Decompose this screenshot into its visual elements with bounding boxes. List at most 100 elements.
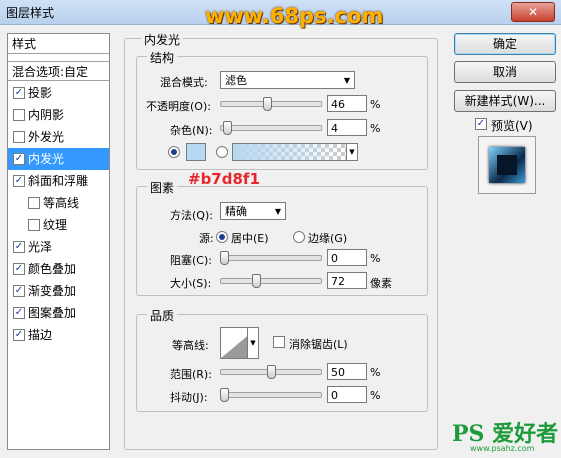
size-slider[interactable] (220, 274, 322, 288)
size-label: 大小(S): (170, 277, 212, 290)
style-item-checkbox[interactable] (28, 197, 40, 209)
chevron-down-icon: ▼ (274, 207, 281, 216)
gradient-picker[interactable] (232, 143, 348, 161)
style-item-label: 内发光 (28, 152, 65, 166)
range-unit: % (370, 366, 381, 379)
inner-glow-title: 内发光 (141, 31, 184, 48)
style-item-checkbox[interactable] (13, 109, 25, 121)
style-item-checkbox[interactable]: ✓ (13, 153, 25, 165)
jitter-input[interactable]: 0 (327, 386, 367, 403)
style-item[interactable]: ✓ 光泽 (8, 236, 109, 258)
style-item[interactable]: 等高线 (8, 192, 109, 214)
cancel-button[interactable]: 取消 (454, 61, 556, 83)
preview-center (497, 155, 517, 175)
style-item[interactable]: 纹理 (8, 214, 109, 236)
noise-input[interactable]: 4 (327, 119, 367, 136)
technique-select[interactable]: 精确 ▼ (220, 202, 286, 220)
noise-unit: % (370, 122, 381, 135)
opacity-slider-thumb[interactable] (263, 97, 272, 111)
choke-unit: % (370, 252, 381, 265)
style-item[interactable]: ✓ 内发光 (8, 148, 109, 170)
style-item-label: 斜面和浮雕 (28, 174, 89, 188)
opacity-slider[interactable] (220, 97, 322, 111)
style-item-checkbox[interactable]: ✓ (13, 329, 25, 341)
size-input[interactable]: 72 (327, 272, 367, 289)
style-item-label: 纹理 (43, 218, 68, 232)
style-item[interactable]: 外发光 (8, 126, 109, 148)
technique-value: 精确 (225, 205, 247, 218)
preview-thumbnail (489, 147, 525, 183)
style-item-label: 等高线 (43, 196, 80, 210)
source-edge-radio[interactable] (293, 231, 305, 243)
blend-mode-select[interactable]: 滤色 ▼ (220, 71, 355, 89)
ok-button[interactable]: 确定 (454, 33, 556, 55)
elements-title: 图素 (147, 179, 178, 196)
style-item-checkbox[interactable]: ✓ (13, 285, 25, 297)
preview-checkbox[interactable]: ✓ (475, 118, 487, 130)
source-label: 源: (199, 232, 214, 245)
blend-mode-label: 混合模式: (160, 76, 208, 89)
style-item-checkbox[interactable]: ✓ (13, 241, 25, 253)
style-item-checkbox[interactable]: ✓ (13, 87, 25, 99)
style-item[interactable]: ✓ 描边 (8, 324, 109, 346)
style-item-checkbox[interactable] (28, 219, 40, 231)
noise-label: 杂色(N): (170, 124, 213, 137)
style-item[interactable]: 内阴影 (8, 104, 109, 126)
source-center-radio[interactable] (216, 231, 228, 243)
range-input[interactable]: 50 (327, 363, 367, 380)
solid-color-radio[interactable] (168, 146, 180, 158)
style-item-checkbox[interactable]: ✓ (13, 307, 25, 319)
style-item[interactable]: ✓ 斜面和浮雕 (8, 170, 109, 192)
source-center-label: 居中(E) (231, 232, 269, 245)
choke-slider-thumb[interactable] (220, 251, 229, 265)
watermark-url: www.psahz.com (470, 444, 535, 453)
jitter-slider-thumb[interactable] (220, 388, 229, 402)
range-slider[interactable] (220, 365, 322, 379)
color-annotation: #b7d8f1 (188, 170, 260, 188)
style-item[interactable]: ✓ 渐变叠加 (8, 280, 109, 302)
opacity-label: 不透明度(O): (146, 100, 211, 113)
style-item-checkbox[interactable]: ✓ (13, 175, 25, 187)
size-slider-thumb[interactable] (252, 274, 261, 288)
range-slider-thumb[interactable] (267, 365, 276, 379)
opacity-input[interactable]: 46 (327, 95, 367, 112)
opacity-unit: % (370, 98, 381, 111)
style-list: 样式 混合选项:自定 ✓ 投影 内阴影 外发光 ✓ 内发光 ✓ 斜面和浮雕 等高线 纹理 ✓ 光泽 ✓ 颜… (7, 33, 110, 450)
contour-dropdown-icon[interactable]: ▼ (247, 327, 259, 359)
style-list-header[interactable]: 样式 (8, 34, 109, 54)
anti-alias-checkbox[interactable] (273, 336, 285, 348)
style-preview (478, 136, 536, 194)
gradient-radio[interactable] (216, 146, 228, 158)
jitter-slider[interactable] (220, 388, 322, 402)
layer-style-dialog: 图层样式 ✕ www.68ps.com 样式 混合选项:自定 ✓ 投影 内阴影 外发光… (0, 0, 561, 458)
blend-options-item[interactable]: 混合选项:自定 (8, 61, 109, 81)
style-item[interactable]: ✓ 图案叠加 (8, 302, 109, 324)
style-item-label: 图案叠加 (28, 306, 77, 320)
choke-slider[interactable] (220, 251, 322, 265)
jitter-unit: % (370, 389, 381, 402)
style-item[interactable]: ✓ 投影 (8, 82, 109, 104)
technique-label: 方法(Q): (170, 209, 213, 222)
contour-label: 等高线: (172, 339, 209, 352)
source-edge-label: 边缘(G) (308, 232, 348, 245)
range-label: 范围(R): (170, 368, 212, 381)
style-item-label: 颜色叠加 (28, 262, 77, 276)
style-item-label: 投影 (28, 86, 53, 100)
noise-slider[interactable] (220, 121, 322, 135)
close-button[interactable]: ✕ (511, 2, 555, 22)
blend-mode-value: 滤色 (225, 74, 247, 87)
style-item-label: 光泽 (28, 240, 53, 254)
glow-color-swatch[interactable] (186, 143, 206, 161)
style-item-checkbox[interactable]: ✓ (13, 263, 25, 275)
noise-slider-thumb[interactable] (223, 121, 232, 135)
new-style-button[interactable]: 新建样式(W)... (454, 90, 556, 112)
style-item[interactable]: ✓ 颜色叠加 (8, 258, 109, 280)
structure-title: 结构 (147, 49, 178, 66)
choke-input[interactable]: 0 (327, 249, 367, 266)
style-item-checkbox[interactable] (13, 131, 25, 143)
gradient-dropdown-icon[interactable]: ▼ (346, 143, 358, 161)
chevron-down-icon: ▼ (343, 76, 350, 85)
size-unit: 像素 (370, 277, 392, 290)
quality-title: 品质 (147, 307, 178, 324)
preview-label: 预览(V) (491, 119, 533, 133)
